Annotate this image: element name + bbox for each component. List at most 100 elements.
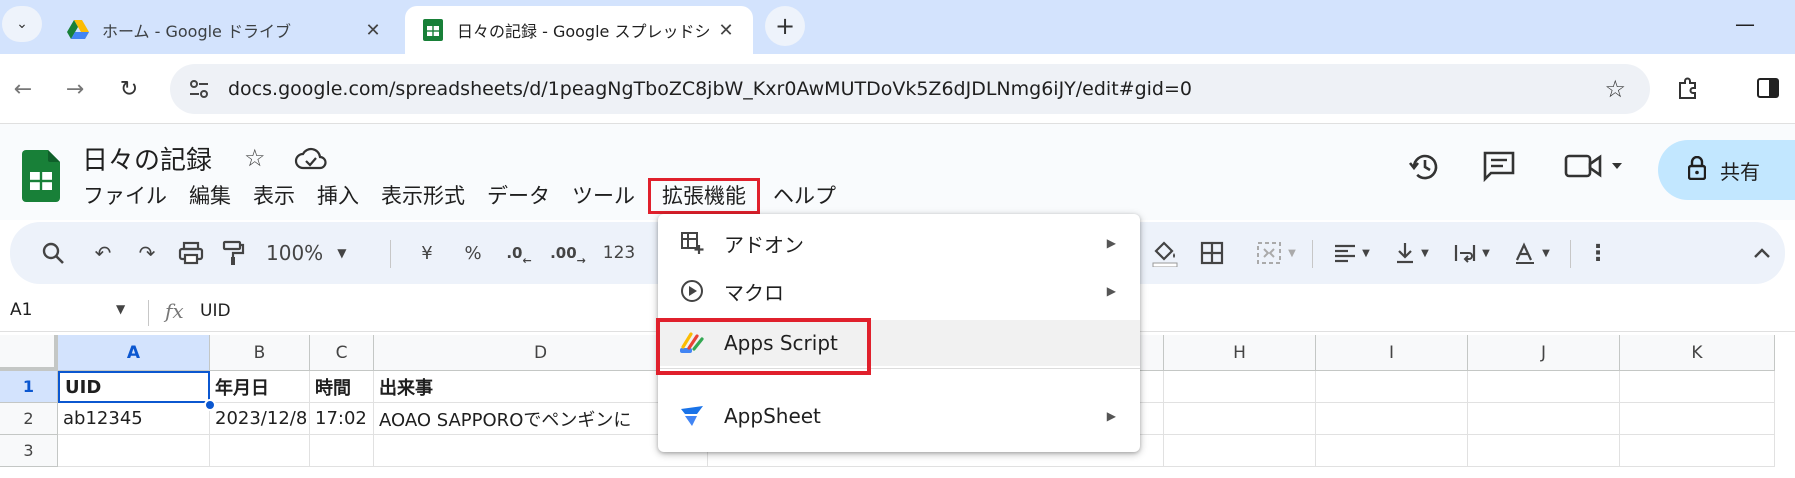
text-rotation-button[interactable]: ▼ [1508, 236, 1556, 270]
merge-cells-button[interactable]: ▼ [1250, 236, 1302, 270]
back-button[interactable]: ← [6, 72, 40, 106]
toolbar-divider [390, 240, 391, 268]
column-header-i[interactable]: I [1316, 335, 1468, 371]
row-header-2[interactable]: 2 [0, 403, 58, 435]
redo-button[interactable]: ↷ [132, 236, 162, 270]
menu-file[interactable]: ファイル [72, 178, 178, 214]
column-header-a[interactable]: A [58, 335, 210, 371]
cell-j3[interactable] [1468, 435, 1620, 467]
cell-b2[interactable]: 2023/12/8 [210, 403, 310, 435]
menu-item-appsheet[interactable]: AppSheet ▶ [658, 393, 1140, 439]
menu-data[interactable]: データ [476, 178, 561, 214]
menu-item-macros[interactable]: マクロ ▶ [658, 268, 1140, 314]
print-button[interactable] [176, 236, 206, 270]
decrease-decimal-button[interactable]: .0 ← [502, 236, 536, 270]
currency-format-button[interactable]: ¥ [412, 236, 442, 270]
borders-button[interactable] [1196, 236, 1228, 270]
address-bar[interactable]: docs.google.com/spreadsheets/d/1peagNgTb… [170, 64, 1650, 114]
cell-c3[interactable] [310, 435, 374, 467]
cell-c2[interactable]: 17:02 [310, 403, 374, 435]
menu-help[interactable]: ヘルプ [762, 178, 847, 214]
menu-format[interactable]: 表示形式 [370, 178, 476, 214]
star-icon[interactable]: ☆ [244, 144, 266, 172]
cell-k2[interactable] [1620, 403, 1775, 435]
menu-item-apps-script[interactable]: Apps Script [658, 320, 1140, 366]
tab-search-button[interactable]: ⌄ [2, 6, 42, 42]
search-icon [42, 242, 64, 264]
cell-i3[interactable] [1316, 435, 1468, 467]
column-header-h[interactable]: H [1164, 335, 1316, 371]
version-history-icon[interactable] [1408, 150, 1442, 184]
tab-spreadsheet[interactable]: 日々の記録 - Google スプレッドシ ✕ [405, 6, 753, 54]
cloud-saved-icon[interactable] [294, 144, 328, 172]
comments-icon[interactable] [1482, 150, 1516, 182]
select-all-corner[interactable] [0, 335, 58, 371]
row-header-3[interactable]: 3 [0, 435, 58, 467]
column-header-c[interactable]: C [310, 335, 374, 371]
cell-k3[interactable] [1620, 435, 1775, 467]
fill-color-button[interactable] [1148, 236, 1182, 270]
align-bottom-icon [1397, 243, 1414, 264]
fill-handle[interactable] [204, 399, 216, 411]
cell-b1[interactable]: 年月日 [210, 371, 310, 403]
share-button[interactable]: 共有 [1658, 140, 1795, 200]
cell-a1[interactable]: UID [58, 371, 210, 403]
horizontal-align-button[interactable]: ▼ [1328, 236, 1376, 270]
row-header-1[interactable]: 1 [0, 371, 58, 403]
menu-edit[interactable]: 編集 [178, 178, 242, 214]
close-icon[interactable]: ✕ [362, 20, 384, 41]
column-header-b[interactable]: B [210, 335, 310, 371]
more-options-button[interactable]: ⋮ [1586, 236, 1610, 270]
menu-insert[interactable]: 挿入 [306, 178, 370, 214]
cell-j2[interactable] [1468, 403, 1620, 435]
cell-k1[interactable] [1620, 371, 1775, 403]
close-icon[interactable]: ✕ [715, 20, 737, 41]
meet-video-icon[interactable] [1564, 150, 1624, 182]
percent-format-button[interactable]: % [458, 236, 488, 270]
minimize-window-button[interactable]: — [1730, 12, 1760, 36]
caret-down-icon: ▼ [1542, 247, 1550, 259]
cell-i2[interactable] [1316, 403, 1468, 435]
print-icon [178, 241, 204, 265]
forward-button[interactable]: → [58, 72, 92, 106]
search-menus-button[interactable] [36, 236, 70, 270]
toolbar-divider [1312, 240, 1313, 268]
collapse-toolbar-button[interactable] [1748, 236, 1776, 270]
caret-down-icon[interactable]: ▼ [116, 302, 125, 316]
bookmark-star-icon[interactable]: ☆ [1604, 75, 1626, 103]
menu-extensions[interactable]: 拡張機能 [648, 178, 760, 214]
cell-b3[interactable] [210, 435, 310, 467]
reload-button[interactable]: ↻ [112, 72, 146, 106]
browser-tab-strip: ⌄ ホーム - Google ドライブ ✕ 日々の記録 - Google スプレ… [0, 0, 1795, 54]
site-info-icon[interactable] [186, 76, 212, 102]
cell-h1[interactable] [1164, 371, 1316, 403]
cell-a3[interactable] [58, 435, 210, 467]
cell-c1[interactable]: 時間 [310, 371, 374, 403]
cell-h3[interactable] [1164, 435, 1316, 467]
sheets-logo-icon[interactable] [22, 150, 60, 202]
name-box[interactable]: A1 [10, 300, 32, 320]
menu-item-addons[interactable]: アドオン ▶ [658, 220, 1140, 266]
zoom-select[interactable]: 100% ▼ [266, 236, 346, 270]
increase-decimal-button[interactable]: .00 → [548, 236, 588, 270]
column-header-k[interactable]: K [1620, 335, 1775, 371]
cell-i1[interactable] [1316, 371, 1468, 403]
cell-h2[interactable] [1164, 403, 1316, 435]
undo-button[interactable]: ↶ [88, 236, 118, 270]
cell-a2[interactable]: ab12345 [58, 403, 210, 435]
paint-format-button[interactable] [218, 236, 248, 270]
vertical-align-button[interactable]: ▼ [1388, 236, 1436, 270]
apps-script-icon [678, 329, 706, 357]
extensions-puzzle-icon[interactable] [1672, 72, 1704, 104]
menu-view[interactable]: 表示 [242, 178, 306, 214]
cell-j1[interactable] [1468, 371, 1620, 403]
tab-google-drive[interactable]: ホーム - Google ドライブ ✕ [50, 6, 400, 54]
new-tab-button[interactable]: + [765, 6, 805, 46]
side-panel-icon[interactable] [1754, 74, 1782, 102]
text-wrapping-button[interactable]: ▼ [1448, 236, 1496, 270]
formula-input[interactable]: UID [200, 301, 231, 321]
column-header-j[interactable]: J [1468, 335, 1620, 371]
document-title[interactable]: 日々の記録 [82, 140, 212, 177]
more-formats-button[interactable]: 123 [600, 236, 638, 270]
menu-tools[interactable]: ツール [561, 178, 646, 214]
